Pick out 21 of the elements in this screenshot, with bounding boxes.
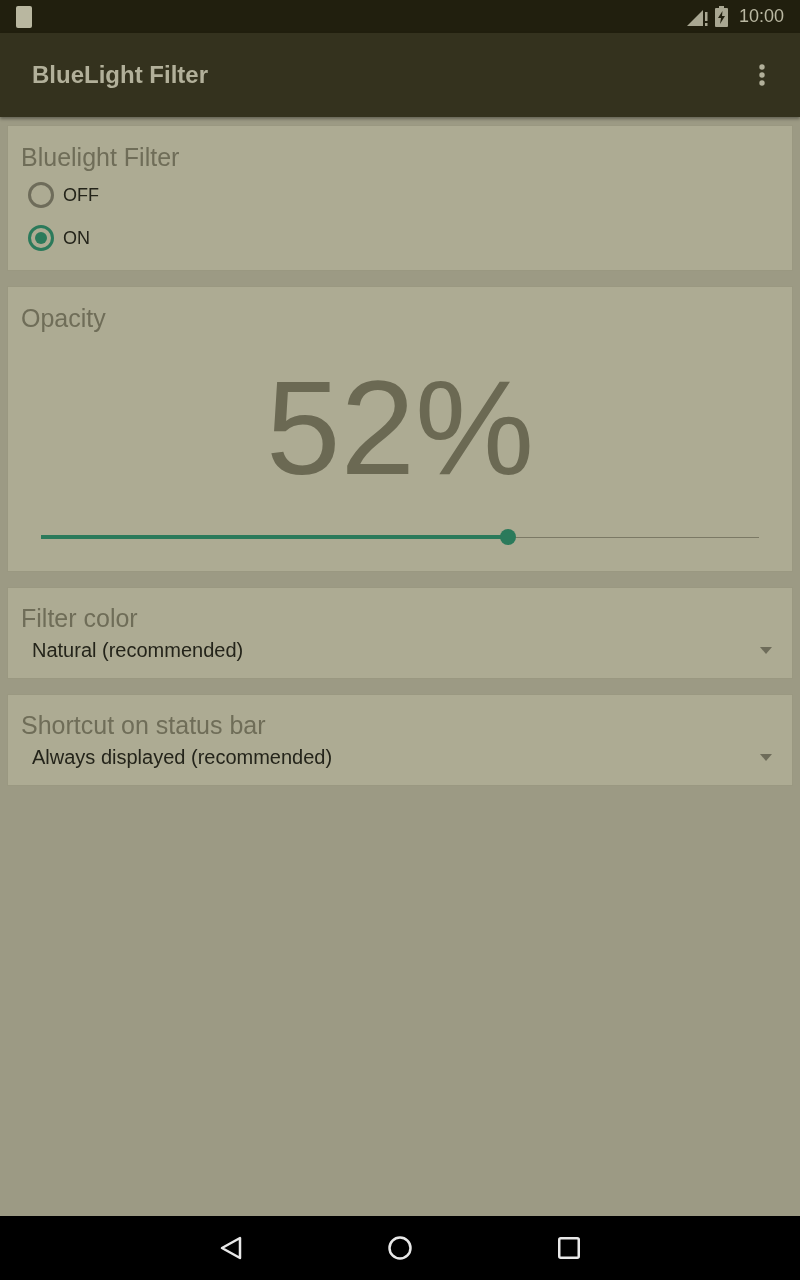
slider-track[interactable]	[41, 529, 759, 545]
card-title: Bluelight Filter	[20, 142, 181, 172]
sim-card-icon	[16, 5, 32, 28]
recents-icon	[558, 1237, 580, 1259]
radio-option[interactable]: ON	[8, 218, 102, 258]
more-vertical-icon	[759, 64, 765, 86]
app-title: BlueLight Filter	[32, 60, 209, 90]
caret-icon	[760, 753, 772, 761]
battery-charging-icon	[714, 6, 728, 27]
caret-icon	[760, 646, 772, 654]
card-title: Opacity	[20, 303, 107, 333]
dropdown[interactable]: Always displayed (recommended)	[8, 740, 792, 774]
radio-option[interactable]: OFF	[8, 175, 111, 215]
dropdown[interactable]: Natural (recommended)	[8, 633, 792, 667]
slider-thumb[interactable]	[499, 529, 516, 545]
dropdown-label: Filter color	[20, 603, 139, 633]
home-icon	[388, 1236, 412, 1260]
dropdown-label: Shortcut on status bar	[20, 710, 267, 740]
opacity-value: 52%	[265, 353, 535, 503]
clock-time: 10:00	[738, 5, 784, 28]
back-icon	[220, 1236, 242, 1260]
